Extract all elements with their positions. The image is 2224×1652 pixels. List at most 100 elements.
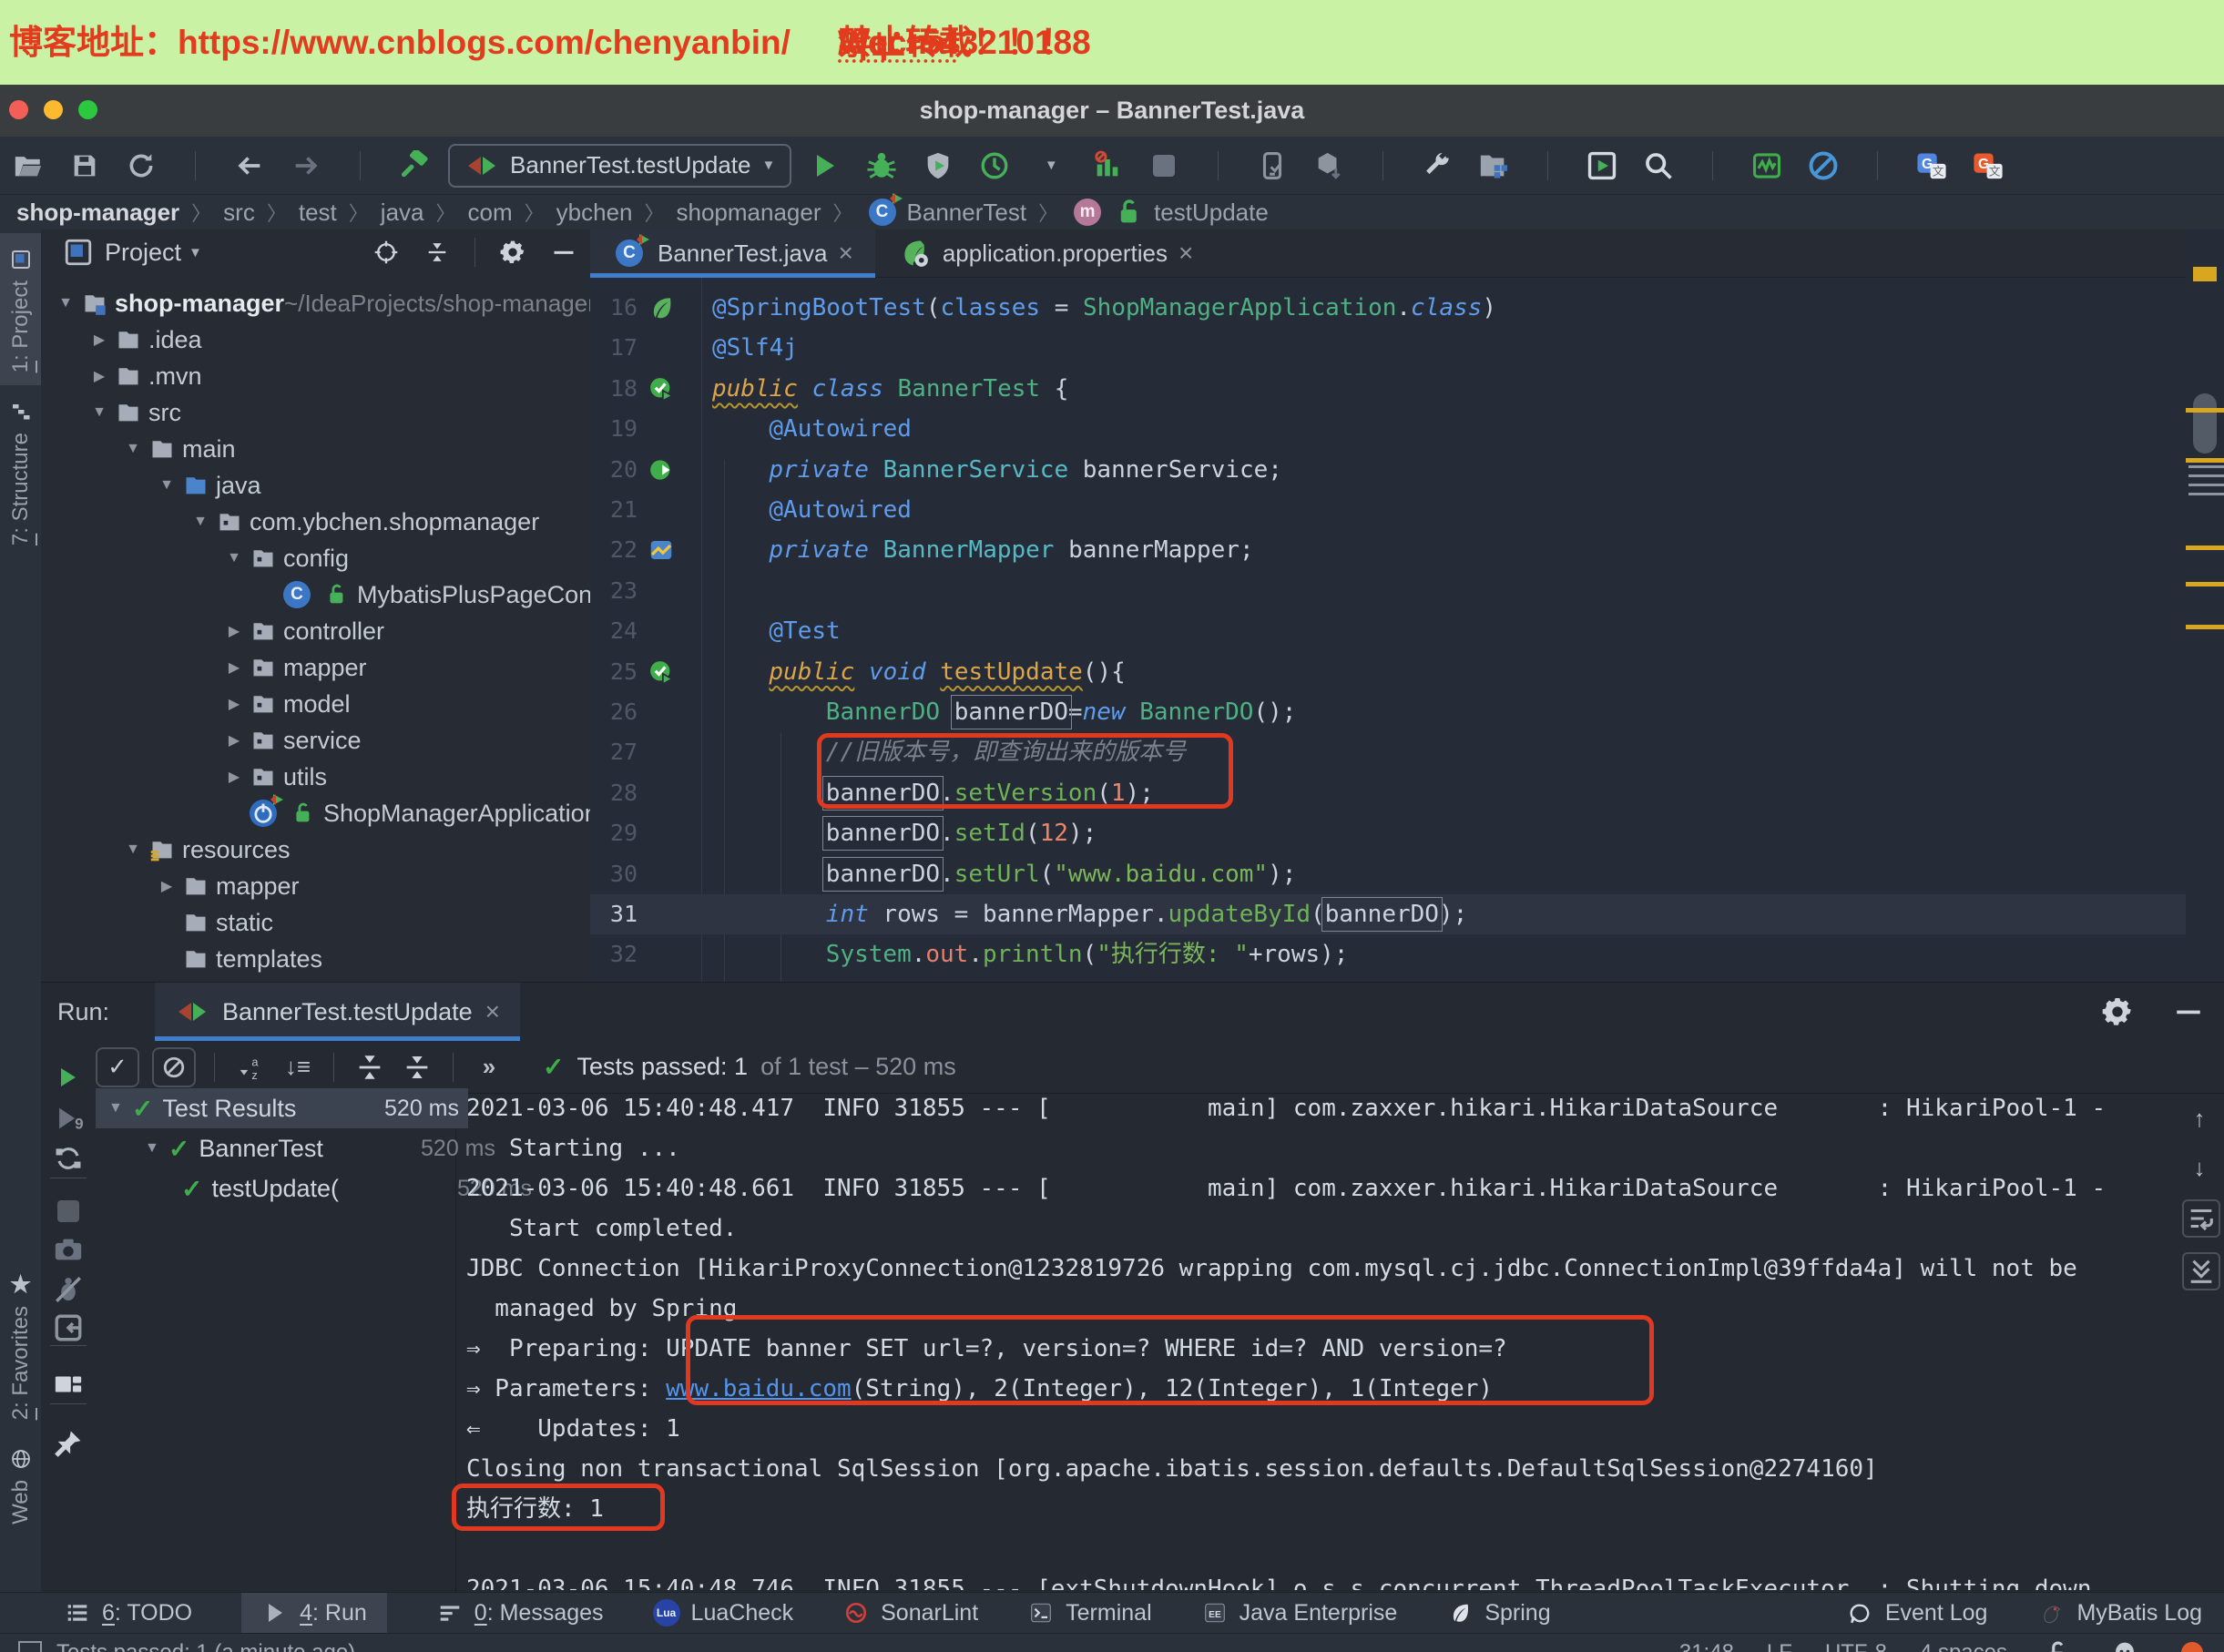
tree-item-controller[interactable]: ▶controller xyxy=(41,613,591,649)
status-widget[interactable]: 31:48 xyxy=(1679,1640,1734,1652)
scroll-end-button[interactable] xyxy=(2182,1252,2220,1290)
tree-item-mapper[interactable]: ▶mapper xyxy=(41,868,591,904)
profiler-button[interactable] xyxy=(977,148,1012,183)
warning-stripe-mark[interactable] xyxy=(2186,582,2224,586)
chevron-right-icon[interactable]: ▶ xyxy=(225,731,243,750)
breadcrumb-item-shopmanager[interactable]: shopmanager xyxy=(677,199,821,227)
sort-list-button[interactable]: ↓≡ xyxy=(281,1050,315,1085)
bottom-tab-messages[interactable]: 0: Messages xyxy=(436,1593,604,1634)
wrench-button[interactable] xyxy=(1420,148,1454,183)
chevron-down-icon[interactable]: ▼ xyxy=(158,477,176,494)
chevron-right-icon[interactable]: ▶ xyxy=(90,367,108,385)
attach-button[interactable] xyxy=(1090,148,1125,183)
editor-tab-application.properties[interactable]: application.properties× xyxy=(875,229,1216,277)
chevron-right-icon[interactable]: ▶ xyxy=(158,877,176,895)
close-icon[interactable]: × xyxy=(485,999,500,1025)
breadcrumb-item-ybchen[interactable]: ybchen xyxy=(556,199,633,227)
editor-error-stripe[interactable] xyxy=(2186,229,2224,982)
editor-scrollbar-thumb[interactable] xyxy=(2193,393,2217,454)
minus-button[interactable] xyxy=(546,235,581,270)
inspection-status-marker[interactable] xyxy=(2193,267,2217,281)
layout-button[interactable] xyxy=(51,1367,86,1402)
chevron-right-icon[interactable]: ▶ xyxy=(225,768,243,786)
chevron-down-icon[interactable]: ▼ xyxy=(108,1100,123,1117)
breadcrumb-item-testUpdate[interactable]: mtestUpdate xyxy=(1070,195,1269,229)
run-button[interactable] xyxy=(808,148,842,183)
chevron-down-icon[interactable]: ▼ xyxy=(124,441,142,457)
minus-button[interactable] xyxy=(2171,994,2206,1029)
breadcrumb-item-BannerTest[interactable]: CBannerTest xyxy=(865,195,1027,229)
refresh-run-button[interactable] xyxy=(51,1141,86,1176)
bottom-tab-mybatislog[interactable]: MyBatis Log xyxy=(2038,1593,2202,1634)
tree-item-mapper[interactable]: ▶mapper xyxy=(41,649,591,686)
close-icon[interactable]: × xyxy=(838,240,852,266)
chevron-right-icon[interactable]: ▶ xyxy=(225,622,243,640)
coverage-button[interactable] xyxy=(921,148,955,183)
editor-area[interactable]: CBannerTest.java×application.properties×… xyxy=(590,229,2224,982)
tool-window-button-web[interactable]: Web xyxy=(0,1433,41,1537)
stop-gray-button[interactable] xyxy=(51,1194,86,1229)
bottom-tab-sonarlint[interactable]: SonarLint xyxy=(842,1593,978,1634)
check-toggle-button[interactable]: ✓ xyxy=(96,1047,139,1087)
bottom-tab-todo[interactable]: 6: TODO xyxy=(64,1593,192,1634)
tree-item-.idea[interactable]: ▶.idea xyxy=(41,321,591,358)
rerun-button[interactable] xyxy=(51,1060,86,1095)
red-dot-button[interactable] xyxy=(2175,1636,2209,1652)
tree-item-model[interactable]: ▶model xyxy=(41,686,591,722)
test-tree-item-TestResults[interactable]: ▼✓Test Results520 ms xyxy=(96,1088,468,1128)
back-button[interactable] xyxy=(232,148,267,183)
bottom-tab-terminal[interactable]: Terminal xyxy=(1027,1593,1151,1634)
bean-gutter-icon[interactable] xyxy=(647,455,676,484)
chevron-right-icon[interactable]: ▶ xyxy=(90,331,108,349)
tree-item-resources[interactable]: ▼resources xyxy=(41,831,591,868)
breadcrumb-item-shop-manager[interactable]: shop-manager xyxy=(16,199,179,227)
bottom-tab-run[interactable]: 4: Run xyxy=(241,1593,387,1634)
chevron-down-icon[interactable]: ▼ xyxy=(90,404,108,421)
sort-alpha-button[interactable]: az xyxy=(233,1050,268,1085)
chevron-right-icon[interactable]: ▶ xyxy=(225,658,243,677)
testpass-gutter-icon[interactable] xyxy=(647,374,676,403)
editor-tab-BannerTest.java[interactable]: CBannerTest.java× xyxy=(590,229,875,277)
run-tab[interactable]: BannerTest.testUpdate × xyxy=(155,983,520,1041)
chevron-down-icon[interactable]: ▼ xyxy=(56,295,75,311)
save-button[interactable] xyxy=(67,148,102,183)
breadcrumb-item-com[interactable]: com xyxy=(468,199,513,227)
tree-item-src[interactable]: ▼src xyxy=(41,394,591,431)
console-link[interactable]: www.baidu.com xyxy=(666,1375,852,1402)
tool-window-button-structure[interactable]: 7: Structure xyxy=(0,385,41,558)
bottom-tab-luacheck[interactable]: LuaLuaCheck xyxy=(653,1593,794,1634)
gear-button[interactable] xyxy=(495,235,530,270)
expand-all-button[interactable] xyxy=(352,1050,387,1085)
stop-button[interactable] xyxy=(1147,148,1181,183)
tool-window-button-favorites[interactable]: ★2: Favorites xyxy=(0,1259,41,1433)
open-project-button[interactable] xyxy=(11,148,46,183)
status-widget[interactable]: UTF-8 xyxy=(1825,1640,1887,1652)
locate-button[interactable] xyxy=(369,235,403,270)
up-arrow-button[interactable]: ↑ xyxy=(2182,1101,2217,1136)
camera-button[interactable] xyxy=(51,1232,86,1267)
tree-item-MybatisPlusPageConfig[interactable]: CMybatisPlusPageConfig xyxy=(41,576,591,613)
modules-button[interactable] xyxy=(1476,148,1511,183)
warning-stripe-mark[interactable] xyxy=(2186,625,2224,629)
forward-button[interactable] xyxy=(289,148,323,183)
gear-button[interactable] xyxy=(2100,994,2135,1029)
monitor-button[interactable] xyxy=(1750,148,1784,183)
tree-item-main[interactable]: ▼main xyxy=(41,431,591,467)
search-button[interactable] xyxy=(1641,148,1676,183)
caret-down-sm-button[interactable]: ▼ xyxy=(1034,148,1068,183)
tree-item-templates[interactable]: templates xyxy=(41,941,591,977)
bottom-tab-spring[interactable]: Spring xyxy=(1446,1593,1550,1634)
ban-button[interactable] xyxy=(1806,148,1841,183)
testpass-gutter-icon[interactable] xyxy=(647,658,676,687)
device-button[interactable] xyxy=(1255,148,1290,183)
run-configuration-select[interactable]: BannerTest.testUpdate ▼ xyxy=(448,144,791,188)
sync-button[interactable] xyxy=(124,148,158,183)
warning-stripe-mark[interactable] xyxy=(2186,408,2224,413)
run-console[interactable]: 2021-03-06 15:40:48.417 INFO 31855 --- [… xyxy=(466,1094,2183,1590)
close-icon[interactable]: × xyxy=(1178,240,1193,266)
hammer-button[interactable] xyxy=(397,148,432,183)
test-tree-item-BannerTest[interactable]: ▼✓BannerTest520 ms xyxy=(96,1128,505,1168)
tree-item-ShopManagerApplication[interactable]: ShopManagerApplication xyxy=(41,795,591,831)
mapperdb-gutter-icon[interactable] xyxy=(647,535,676,565)
chevron-right-icon[interactable]: ▶ xyxy=(225,695,243,713)
